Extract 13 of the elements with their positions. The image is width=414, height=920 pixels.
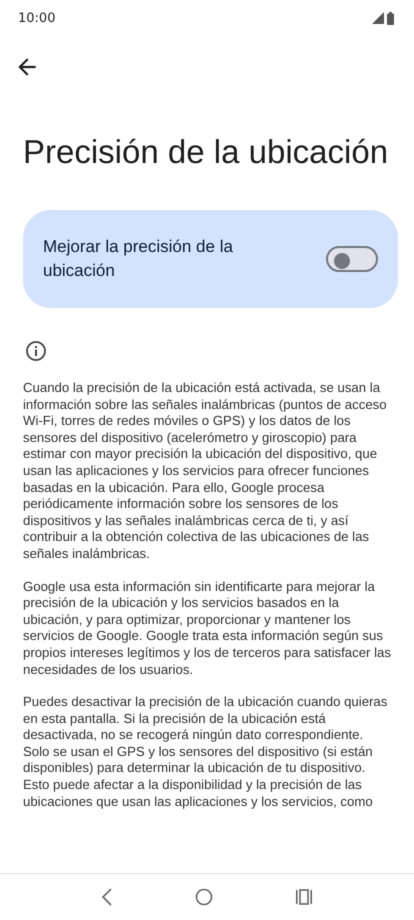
setting-label: Mejorar la precisión de la ubicación — [43, 236, 234, 282]
back-nav-icon[interactable] — [101, 888, 113, 906]
toggle-switch[interactable] — [326, 246, 378, 272]
description-paragraph: Google usa esta información sin identificarte para mejorar la precisión de la ubicación y los servicios basados en la ubicación, y para optimizar, proporcionar y mantener los servicios de Google. Google trata esta información según sus propios intereses legítimos y los de terceros para satisfacer las necesidades de los usuarios. — [23, 578, 391, 678]
info-icon — [25, 340, 47, 362]
recents-nav-icon[interactable] — [295, 888, 313, 906]
battery-icon — [387, 12, 394, 24]
description-paragraph: Cuando la precisión de la ubicación está activada, se usan la información sobre las señales inalámbricas (puntos de acceso Wi-Fi, torres de redes móviles o GPS) y los datos de los sensores del dispositivo (acelerómetro y giroscopio) para estimar con mayor precisión la ubicación del dispositivo, que usan las aplicaciones y los servicios para ofrecer funciones basadas en la ubicación. Para ello, Google procesa periódicamente información sobre los sensores de los dispositivos y las señales inalámbricas cerca de ti, y así contribuir a la obtención colectiva de las ubicaciones de las señales inalámbricas. — [23, 380, 388, 563]
signal-icon — [372, 12, 384, 24]
home-nav-icon[interactable] — [195, 888, 213, 906]
page-title: Precisión de la ubicación — [23, 132, 390, 172]
status-time: 10:00 — [18, 10, 56, 26]
description-paragraph: Puedes desactivar la precisión de la ubicación cuando quieras en esta pantalla. Si la precisión de la ubicación está desactivada, no se recogerá ningún dato correspondiente. Solo se usan el GPS y los sensores del dispositivo (si están disponibles) para determinar la ubicación de tu dispositivo. Esto puede afectar a la disponibilidad y la precisión de las ubicaciones que usan las aplicaciones y los servicios, como — [23, 694, 388, 810]
